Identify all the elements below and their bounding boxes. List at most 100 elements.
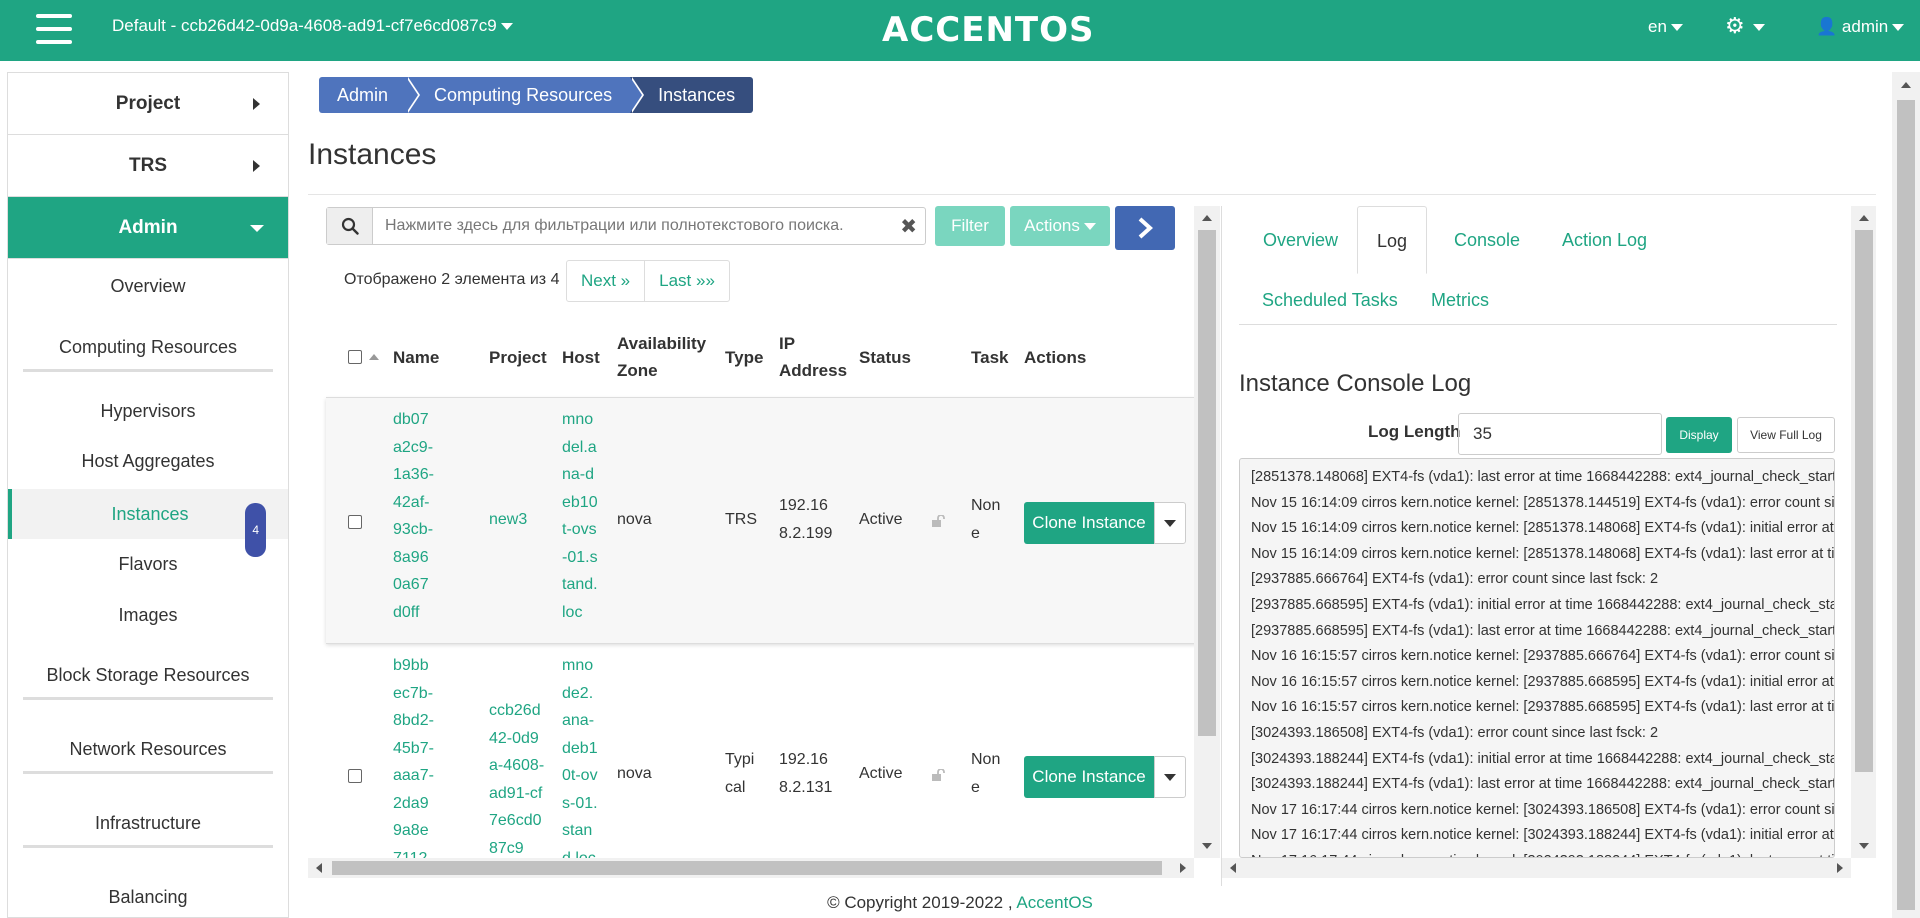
log-line: [2937885.668595] EXT4-fs (vda1): last er… [1251,622,1835,639]
column-header-task[interactable]: Task [971,344,1009,371]
sort-ascending-icon[interactable] [369,354,379,360]
select-all-checkbox[interactable] [348,350,362,364]
console-log-output[interactable]: [2851378.148068] EXT4-fs (vda1): last er… [1239,458,1835,858]
tab-overview[interactable]: Overview [1263,223,1338,258]
scroll-thumb[interactable] [332,861,1162,875]
clone-instance-button[interactable]: Clone Instance [1024,756,1154,798]
table-row[interactable]: db07a2c9-1a36-42af-93cb-8a960a67d0ff new… [326,397,1220,643]
page-vertical-scrollbar[interactable] [1892,72,1920,918]
breadcrumb-item-admin[interactable]: Admin [319,77,421,113]
page-title: Instances [308,138,437,171]
log-line: Nov 15 16:14:09 cirros kern.notice kerne… [1251,520,1834,537]
tabs-divider [1239,324,1837,325]
next-page-link[interactable]: Next » [567,261,644,301]
log-line: [3024393.186508] EXT4-fs (vda1): error c… [1251,724,1659,741]
clone-instance-button[interactable]: Clone Instance [1024,502,1154,544]
pagination: Next » Last »» [566,260,730,302]
row-actions-dropdown[interactable] [1154,756,1186,798]
search-input[interactable] [373,208,893,244]
tab-action-log[interactable]: Action Log [1562,223,1647,258]
log-line: Nov 17 16:17:44 cirros kern.notice kerne… [1251,801,1835,818]
column-header-type[interactable]: Type [725,344,763,371]
breadcrumb-item-computing-resources[interactable]: Computing Resources [406,77,645,113]
tab-scheduled-tasks[interactable]: Scheduled Tasks [1262,283,1398,318]
actions-dropdown-button[interactable]: Actions [1010,206,1110,246]
detail-vertical-scrollbar[interactable] [1851,206,1876,858]
breadcrumb-separator [630,77,643,113]
sidebar-item-block-storage[interactable]: Block Storage Resources [8,665,288,686]
last-page-link[interactable]: Last »» [644,261,729,301]
tab-metrics[interactable]: Metrics [1431,283,1489,318]
scroll-left-arrow-icon[interactable] [1230,863,1236,873]
scroll-up-arrow-icon[interactable] [1202,215,1212,221]
scroll-thumb[interactable] [1855,230,1873,772]
search-button[interactable] [327,208,373,244]
scroll-thumb[interactable] [1198,230,1216,736]
table-vertical-scrollbar[interactable] [1194,206,1220,858]
sidebar-item-instances[interactable]: Instances 4 [8,489,288,557]
sidebar-group-project[interactable]: Project [8,73,288,135]
tab-log[interactable]: Log [1357,206,1428,274]
instance-availability-zone: nova [617,511,652,528]
scroll-up-arrow-icon[interactable] [1859,215,1869,221]
chevron-down-icon [1892,24,1905,32]
gear-icon: ⚙ [1725,13,1745,38]
column-header-project[interactable]: Project [489,344,547,371]
sidebar-item-host-aggregates[interactable]: Host Aggregates [8,451,288,472]
scroll-down-arrow-icon[interactable] [1202,843,1212,849]
view-full-log-button[interactable]: View Full Log [1737,417,1835,453]
detail-horizontal-scrollbar[interactable] [1222,858,1851,878]
sidebar-item-network-resources[interactable]: Network Resources [8,739,288,760]
language-selector[interactable]: en [1648,17,1683,37]
column-header-status[interactable]: Status [859,344,911,371]
sidebar-group-trs[interactable]: TRS [8,135,288,197]
row-checkbox[interactable] [348,515,362,529]
project-selector[interactable]: Default - ccb26d42-0d9a-4608-ad91-cf7e6c… [112,16,513,36]
sidebar-item-flavors[interactable]: Flavors [8,554,288,575]
scroll-down-arrow-icon[interactable] [1859,843,1869,849]
table-horizontal-scrollbar[interactable] [308,858,1194,878]
unlock-icon [932,769,945,781]
sidebar-item-overview[interactable]: Overview [8,276,288,297]
instance-project-link[interactable]: new3 [489,506,549,534]
filter-button[interactable]: Filter [935,206,1005,246]
table-row[interactable]: b9bbec7b-8bd2-45b7-aaa7-2da99a8e7112 ccb… [326,643,1220,886]
sidebar-item-hypervisors[interactable]: Hypervisors [8,401,288,422]
sidebar-item-infrastructure[interactable]: Infrastructure [8,813,288,834]
scroll-right-arrow-icon[interactable] [1837,863,1843,873]
settings-menu[interactable]: ⚙ [1725,13,1765,39]
column-header-host[interactable]: Host [562,344,600,371]
breadcrumb-label: Instances [658,85,736,105]
instance-host-link[interactable]: mnodel.ana-deb10t-ovs-01.stand.loc [562,406,600,626]
accentos-logo: ACCENTOS [882,10,1095,50]
tab-console[interactable]: Console [1454,223,1520,258]
user-menu[interactable]: 👤 admin [1816,17,1905,37]
hamburger-menu-icon[interactable] [36,14,72,46]
column-header-availability-zone[interactable]: Availability Zone [617,330,706,384]
top-navbar: Default - ccb26d42-0d9a-4608-ad91-cf7e6c… [0,0,1920,61]
go-button[interactable] [1115,206,1175,250]
row-actions-dropdown[interactable] [1154,502,1186,544]
column-header-ip-address[interactable]: IP Address [779,330,847,384]
sidebar-item-computing-resources[interactable]: Computing Resources [8,337,288,358]
instance-project-link[interactable]: ccb26d42-0d9a-4608-ad91-cf7e6cd087c9 [489,697,547,862]
instance-host-link[interactable]: mnode2.ana-deb10t-ovs-01.stand.loc [562,652,600,872]
scroll-left-arrow-icon[interactable] [316,863,322,873]
instance-name-link[interactable]: b9bbec7b-8bd2-45b7-aaa7-2da99a8e7112 [393,652,437,872]
scroll-up-arrow-icon[interactable] [1901,82,1911,88]
accentos-link[interactable]: AccentOS [1016,893,1093,912]
sidebar-group-label: Project [115,92,181,114]
scroll-thumb[interactable] [1897,100,1915,910]
sidebar-item-images[interactable]: Images [8,605,288,626]
column-header-name[interactable]: Name [393,344,439,371]
sidebar-group-admin[interactable]: Admin [8,197,288,259]
clear-search-icon[interactable]: ✖ [900,214,917,239]
project-selector-label: Default - ccb26d42-0d9a-4608-ad91-cf7e6c… [112,16,497,35]
scroll-right-arrow-icon[interactable] [1180,863,1186,873]
display-button[interactable]: Display [1666,417,1732,453]
row-checkbox[interactable] [348,769,362,783]
sidebar: Project TRS Admin Overview Computing Res… [7,72,289,918]
instance-name-link[interactable]: db07a2c9-1a36-42af-93cb-8a960a67d0ff [393,406,437,626]
instance-status: Active [859,511,903,528]
log-length-input[interactable]: 35 [1458,413,1662,455]
